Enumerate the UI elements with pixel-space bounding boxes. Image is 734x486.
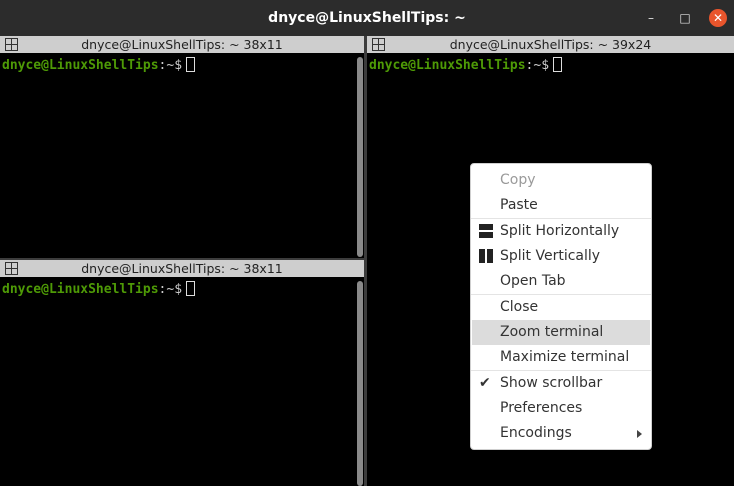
prompt-user-host: dnyce@LinuxShellTips (2, 58, 159, 73)
menu-item-label: Open Tab (500, 273, 566, 289)
pane-title: dnyce@LinuxShellTips: ~ 38x11 (81, 261, 283, 276)
menu-item-preferences[interactable]: Preferences (472, 396, 650, 421)
pane-titlebar: dnyce@LinuxShellTips: ~ 39x24 (367, 36, 734, 53)
menu-item-paste[interactable]: Paste (472, 193, 650, 218)
prompt-user-host: dnyce@LinuxShellTips (2, 282, 159, 297)
scrollbar[interactable] (357, 281, 363, 486)
terminal-pane-top-left[interactable]: dnyce@LinuxShellTips: ~ 38x11 dnyce@Linu… (0, 36, 364, 258)
close-icon: ✕ (712, 11, 724, 25)
maximize-icon: □ (679, 11, 691, 25)
text-cursor (553, 57, 563, 72)
pane-titlebar: dnyce@LinuxShellTips: ~ 38x11 (0, 260, 364, 277)
scrollbar[interactable] (357, 57, 363, 257)
minimize-button[interactable]: – (642, 9, 660, 27)
window-title: dnyce@LinuxShellTips: ~ (268, 10, 466, 26)
prompt-path: :~$ (158, 282, 183, 297)
pane-titlebar: dnyce@LinuxShellTips: ~ 38x11 (0, 36, 364, 53)
menu-item-label: Split Horizontally (500, 223, 620, 239)
menu-item-label: Copy (500, 172, 536, 188)
split-vertical-icon (479, 249, 493, 263)
menu-item-label: Paste (500, 197, 538, 213)
close-window-button[interactable]: ✕ (709, 9, 727, 27)
shell-prompt: dnyce@LinuxShellTips:~$ (2, 57, 196, 74)
pane-title: dnyce@LinuxShellTips: ~ 39x24 (449, 37, 652, 52)
menu-item-show-scrollbar[interactable]: ✔ Show scrollbar (472, 371, 650, 396)
split-horizontal-icon (479, 224, 493, 238)
menu-item-split-vertically[interactable]: Split Vertically (472, 244, 650, 269)
pane-divider-vertical[interactable] (364, 36, 367, 486)
menu-item-copy[interactable]: Copy (472, 168, 650, 193)
pane-title: dnyce@LinuxShellTips: ~ 38x11 (81, 37, 283, 52)
pane-divider-horizontal[interactable] (0, 258, 364, 260)
prompt-path: :~$ (158, 58, 183, 73)
checkmark-icon: ✔ (479, 375, 491, 391)
context-menu: Copy Paste Split Horizontally Split Vert… (470, 163, 652, 450)
prompt-user-host: dnyce@LinuxShellTips (369, 58, 526, 73)
menu-item-label: Show scrollbar (500, 375, 603, 391)
menu-item-label: Close (500, 299, 539, 315)
menu-item-split-horizontally[interactable]: Split Horizontally (472, 219, 650, 244)
minimize-icon: – (648, 11, 654, 25)
menu-item-label: Split Vertically (500, 248, 601, 264)
shell-prompt: dnyce@LinuxShellTips:~$ (2, 281, 196, 298)
menu-item-close[interactable]: Close (472, 295, 650, 320)
submenu-arrow-icon (637, 430, 642, 438)
prompt-path: :~$ (525, 58, 550, 73)
menu-item-label: Zoom terminal (500, 324, 604, 340)
menu-item-label: Encodings (500, 425, 572, 441)
menu-item-maximize-terminal[interactable]: Maximize terminal (472, 345, 650, 370)
menu-item-encodings[interactable]: Encodings (472, 421, 650, 446)
window-titlebar: dnyce@LinuxShellTips: ~ – □ ✕ (0, 0, 734, 36)
shell-prompt: dnyce@LinuxShellTips:~$ (369, 57, 563, 74)
menu-item-open-tab[interactable]: Open Tab (472, 269, 650, 294)
text-cursor (186, 281, 196, 296)
menu-item-label: Maximize terminal (500, 349, 630, 365)
menu-item-label: Preferences (500, 400, 583, 416)
maximize-button[interactable]: □ (676, 9, 694, 27)
terminal-pane-bottom-left[interactable]: dnyce@LinuxShellTips: ~ 38x11 dnyce@Linu… (0, 260, 364, 486)
menu-item-zoom-terminal[interactable]: Zoom terminal (472, 320, 650, 345)
text-cursor (186, 57, 196, 72)
